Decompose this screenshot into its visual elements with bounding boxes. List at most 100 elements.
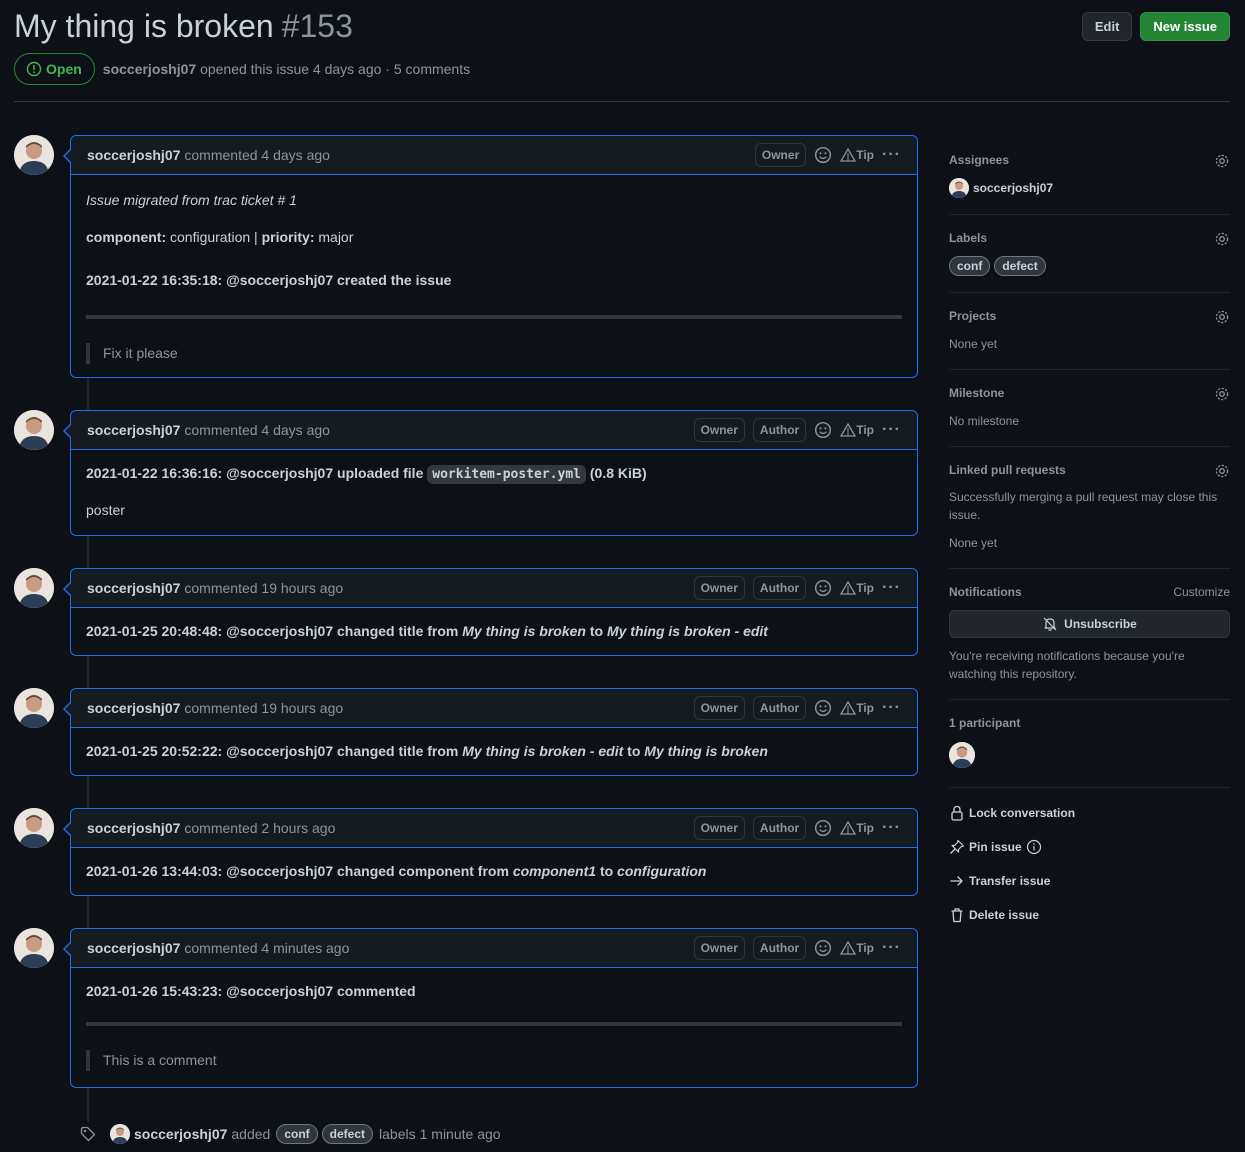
gear-icon[interactable]: [1214, 309, 1230, 325]
label-conf[interactable]: conf: [949, 256, 991, 276]
smiley-icon[interactable]: [814, 146, 832, 164]
delete-label: Delete issue: [969, 908, 1040, 922]
comment-author[interactable]: soccerjoshj07: [87, 147, 180, 163]
label-conf[interactable]: conf: [276, 1124, 318, 1144]
pin-icon: [950, 839, 965, 854]
transfer-issue[interactable]: Transfer issue: [949, 864, 1230, 898]
comment-author[interactable]: soccerjoshj07: [87, 580, 180, 596]
unsubscribe-label: Unsubscribe: [1064, 617, 1137, 631]
avatar[interactable]: [14, 135, 54, 175]
kebab-icon[interactable]: ···: [882, 939, 901, 957]
comment-text: poster: [86, 502, 125, 518]
customize-link[interactable]: Customize: [1173, 585, 1230, 599]
avatar[interactable]: [14, 568, 54, 608]
triangle-icon: [840, 422, 857, 437]
label-defect[interactable]: defect: [994, 256, 1046, 276]
triangle-icon: [840, 580, 857, 595]
kebab-icon[interactable]: ···: [882, 819, 901, 837]
comment-author[interactable]: soccerjoshj07: [87, 940, 180, 956]
comment-tools: Owner Author Tip ···: [693, 576, 901, 600]
labels-title[interactable]: Labels: [949, 231, 1230, 245]
label-list: conf defect: [949, 256, 1230, 276]
quote: This is a comment: [86, 1050, 902, 1071]
smiley-icon[interactable]: [814, 699, 832, 717]
comment-author[interactable]: soccerjoshj07: [87, 422, 180, 438]
comment-tools: Owner Author Tip ···: [693, 816, 901, 840]
trash-icon: [951, 908, 963, 923]
to-value: My thing is broken: [644, 743, 768, 759]
comment-header: soccerjoshj07 commented 2 hours ago Owne…: [71, 809, 917, 848]
triangle-icon: [840, 700, 857, 715]
gear-icon[interactable]: [1214, 153, 1230, 169]
lock-label: Lock conversation: [969, 806, 1076, 820]
kebab-icon[interactable]: ···: [882, 699, 901, 717]
bell-slash-icon: [1043, 617, 1057, 631]
issue-meta: Open soccerjoshj07 opened this issue 4 d…: [14, 53, 470, 85]
unsubscribe-button[interactable]: Unsubscribe: [949, 610, 1230, 638]
gear-icon[interactable]: [1214, 231, 1230, 247]
tip-button[interactable]: Tip: [840, 700, 874, 716]
new-issue-button[interactable]: New issue: [1140, 12, 1230, 41]
comment-6: soccerjoshj07 commented 4 minutes ago Ow…: [63, 928, 918, 1088]
comment-tools: Owner Author Tip ···: [693, 696, 901, 720]
avatar[interactable]: [14, 410, 54, 450]
gear-icon[interactable]: [1214, 386, 1230, 402]
tip-button[interactable]: Tip: [840, 422, 874, 438]
info-icon[interactable]: [1026, 839, 1042, 855]
event-author[interactable]: soccerjoshj07: [134, 1126, 227, 1142]
comment-time[interactable]: commented 4 days ago: [184, 422, 330, 438]
sidebar-projects: Projects None yet: [949, 293, 1230, 370]
tip-button[interactable]: Tip: [840, 580, 874, 596]
comment-5: soccerjoshj07 commented 2 hours ago Owne…: [63, 808, 918, 898]
avatar[interactable]: [14, 928, 54, 968]
comment-time[interactable]: commented 19 hours ago: [184, 700, 343, 716]
edit-button[interactable]: Edit: [1081, 12, 1133, 41]
tip-button[interactable]: Tip: [840, 820, 874, 836]
comment-body: 2021-01-26 13:44:03: @soccerjoshj07 chan…: [71, 848, 917, 898]
smiley-icon[interactable]: [814, 421, 832, 439]
event-text: 2021-01-25 20:52:22: @soccerjoshj07 chan…: [86, 743, 459, 759]
assignees-title[interactable]: Assignees: [949, 153, 1230, 167]
triangle-icon: [840, 940, 857, 955]
milestone-title[interactable]: Milestone: [949, 386, 1230, 400]
author-badge: Author: [752, 418, 807, 442]
owner-badge: Owner: [693, 936, 745, 960]
tip-button[interactable]: Tip: [840, 147, 874, 163]
smiley-icon[interactable]: [814, 939, 832, 957]
event-time[interactable]: 1 minute ago: [420, 1126, 501, 1142]
smiley-icon[interactable]: [814, 819, 832, 837]
author-badge: Author: [752, 576, 807, 600]
comment-time[interactable]: commented 4 minutes ago: [184, 940, 349, 956]
kebab-icon[interactable]: ···: [882, 579, 901, 597]
gear-icon[interactable]: [1214, 463, 1230, 479]
comment-time[interactable]: commented 4 days ago: [184, 147, 330, 163]
sidebar-participants: 1 participant: [949, 700, 1230, 788]
smiley-icon[interactable]: [814, 579, 832, 597]
comment-time[interactable]: commented 19 hours ago: [184, 580, 343, 596]
kebab-icon[interactable]: ···: [882, 421, 901, 439]
assignee[interactable]: soccerjoshj07: [949, 178, 1230, 198]
transfer-label: Transfer issue: [969, 874, 1051, 888]
avatar[interactable]: [110, 1124, 130, 1144]
sidebar-linked-prs: Linked pull requests Successfully mergin…: [949, 447, 1230, 569]
kebab-icon[interactable]: ···: [882, 146, 901, 164]
comment-header: soccerjoshj07 commented 19 hours ago Own…: [71, 689, 917, 728]
comment-author[interactable]: soccerjoshj07: [87, 820, 180, 836]
author-badge: Author: [752, 696, 807, 720]
tip-label: Tip: [856, 941, 875, 955]
lock-conversation[interactable]: Lock conversation: [949, 796, 1230, 830]
label-defect[interactable]: defect: [321, 1124, 374, 1144]
issue-number: #153: [281, 8, 353, 44]
avatar[interactable]: [949, 742, 975, 768]
issue-author[interactable]: soccerjoshj07: [103, 61, 196, 77]
avatar[interactable]: [14, 808, 54, 848]
comment-1: soccerjoshj07 commented 4 days ago Owner…: [63, 135, 918, 378]
linked-prs-title[interactable]: Linked pull requests: [949, 463, 1230, 477]
avatar[interactable]: [14, 688, 54, 728]
projects-title[interactable]: Projects: [949, 309, 1230, 323]
pin-issue[interactable]: Pin issue: [949, 830, 1230, 864]
comment-author[interactable]: soccerjoshj07: [87, 700, 180, 716]
delete-issue[interactable]: Delete issue: [949, 898, 1230, 932]
comment-time[interactable]: commented 2 hours ago: [184, 820, 335, 836]
tip-button[interactable]: Tip: [840, 940, 874, 956]
